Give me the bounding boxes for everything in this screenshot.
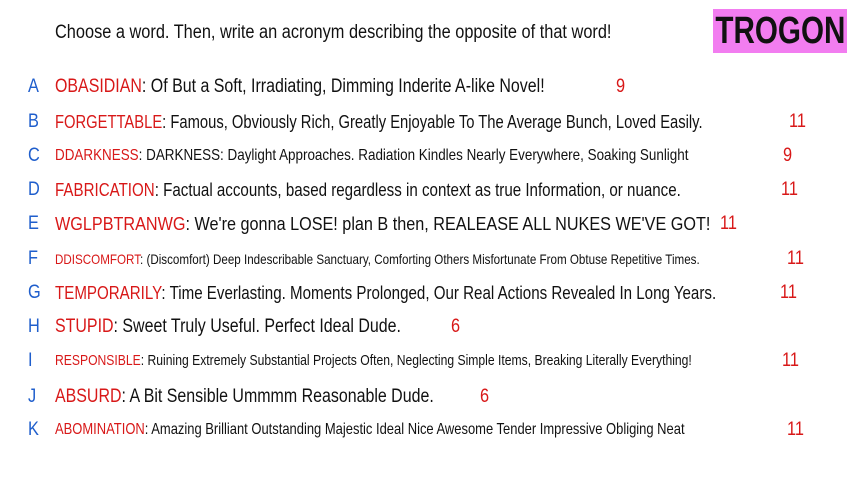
list-item-c: C DDARKNESS: DARKNESS: Daylight Approach…: [0, 145, 853, 169]
row-letter: J: [28, 386, 37, 407]
list-item-j: J ABSURD: A Bit Sensible Ummmm Reasonabl…: [0, 386, 853, 410]
row-definition: A Bit Sensible Ummmm Reasonable Dude.: [129, 386, 434, 407]
row-definition: Famous, Obviously Rich, Greatly Enjoyabl…: [170, 112, 703, 132]
row-definition: Of But a Soft, Irradiating, Dimming Inde…: [150, 76, 545, 97]
row-letter-count: 6: [480, 386, 490, 407]
row-text: RESPONSIBLE: Ruining Extremely Substanti…: [55, 352, 692, 369]
row-definition: Ruining Extremely Substantial Projects O…: [147, 352, 692, 369]
row-word: ABSURD: [55, 386, 122, 407]
row-letter-count: 11: [781, 179, 798, 200]
row-word: RESPONSIBLE: [55, 352, 141, 369]
row-text: FORGETTABLE: Famous, Obviously Rich, Gre…: [55, 112, 703, 132]
row-letter-count: 11: [780, 282, 797, 303]
row-word: DDARKNESS: [55, 147, 139, 164]
row-definition: Amazing Brilliant Outstanding Majestic I…: [151, 421, 685, 438]
row-word: FABRICATION: [55, 180, 155, 200]
row-text: OBASIDIAN: Of But a Soft, Irradiating, D…: [55, 76, 545, 97]
row-letter-count: 6: [451, 316, 461, 337]
row-letter-count: 11: [789, 111, 806, 132]
row-definition: We're gonna LOSE! plan B then, REALEASE …: [194, 214, 711, 234]
row-letter-count: 11: [787, 419, 804, 440]
prompt-text: Choose a word. Then, write an acronym de…: [55, 22, 612, 43]
row-word: ABOMINATION: [55, 421, 145, 438]
row-letter: H: [28, 316, 40, 337]
row-letter: F: [28, 248, 38, 269]
row-definition: Factual accounts, based regardless in co…: [163, 180, 681, 200]
row-text: ABOMINATION: Amazing Brilliant Outstandi…: [55, 421, 685, 438]
row-letter: E: [28, 213, 39, 234]
row-text: DDISCOMFORT: (Discomfort) Deep Indescrib…: [55, 251, 700, 267]
row-word: TEMPORARILY: [55, 283, 162, 303]
row-letter: D: [28, 179, 40, 200]
row-letter: G: [28, 282, 41, 303]
row-letter-count: 9: [616, 76, 626, 97]
row-text: DDARKNESS: DARKNESS: Daylight Approaches…: [55, 147, 689, 164]
row-letter-count: 11: [782, 350, 799, 371]
list-item-k: K ABOMINATION: Amazing Brilliant Outstan…: [0, 419, 853, 443]
row-word: OBASIDIAN: [55, 76, 142, 97]
row-text: STUPID: Sweet Truly Useful. Perfect Idea…: [55, 316, 401, 337]
row-letter-count: 11: [720, 213, 737, 234]
row-definition: (Discomfort) Deep Indescribable Sanctuar…: [146, 251, 700, 267]
row-definition: DARKNESS: Daylight Approaches. Radiation…: [146, 147, 689, 164]
row-letter: I: [28, 350, 33, 371]
row-letter: A: [28, 76, 39, 97]
list-item-i: I RESPONSIBLE: Ruining Extremely Substan…: [0, 350, 853, 374]
row-definition: Time Everlasting. Moments Prolonged, Our…: [169, 283, 717, 303]
row-text: FABRICATION: Factual accounts, based reg…: [55, 180, 681, 200]
row-word: FORGETTABLE: [55, 112, 163, 132]
row-letter: K: [28, 419, 39, 440]
list-item-g: G TEMPORARILY: Time Everlasting. Moments…: [0, 282, 853, 306]
row-text: WGLPBTRANWG: We're gonna LOSE! plan B th…: [55, 214, 711, 234]
list-item-f: F DDISCOMFORT: (Discomfort) Deep Indescr…: [0, 248, 853, 272]
logo-text: TROGON: [714, 9, 846, 52]
list-item-a: A OBASIDIAN: Of But a Soft, Irradiating,…: [0, 76, 853, 100]
row-word: WGLPBTRANWG: [55, 214, 186, 234]
trogon-logo: TROGON: [713, 9, 847, 53]
row-word: DDISCOMFORT: [55, 251, 141, 267]
row-letter-count: 9: [783, 145, 793, 166]
row-text: TEMPORARILY: Time Everlasting. Moments P…: [55, 283, 717, 303]
row-letter: B: [28, 111, 39, 132]
list-item-b: B FORGETTABLE: Famous, Obviously Rich, G…: [0, 111, 853, 135]
row-text: ABSURD: A Bit Sensible Ummmm Reasonable …: [55, 386, 434, 407]
row-letter: C: [28, 145, 40, 166]
list-item-e: E WGLPBTRANWG: We're gonna LOSE! plan B …: [0, 213, 853, 237]
row-definition: Sweet Truly Useful. Perfect Ideal Dude.: [122, 316, 401, 337]
row-word: STUPID: [55, 316, 114, 337]
list-item-d: D FABRICATION: Factual accounts, based r…: [0, 179, 853, 203]
list-item-h: H STUPID: Sweet Truly Useful. Perfect Id…: [0, 316, 853, 340]
row-letter-count: 11: [787, 248, 804, 269]
